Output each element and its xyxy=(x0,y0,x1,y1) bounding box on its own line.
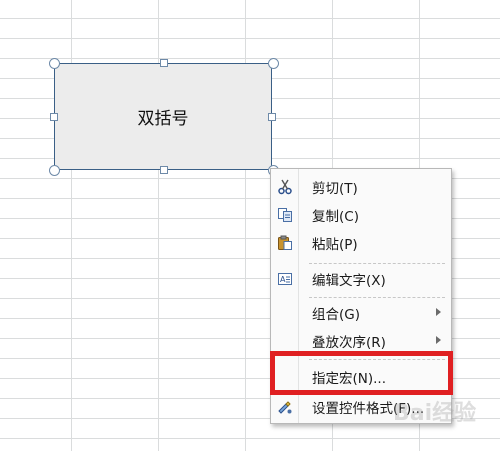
resize-handle-left[interactable] xyxy=(50,113,58,121)
edit-text-icon: A xyxy=(271,265,298,293)
menu-item-group[interactable]: 组合(G) xyxy=(271,299,451,327)
menu-item-copy[interactable]: 复制(C) xyxy=(271,201,451,229)
form-button-label: 双括号 xyxy=(137,109,189,129)
format-control-icon xyxy=(271,393,298,421)
highlight-box xyxy=(270,351,453,395)
submenu-arrow-icon xyxy=(436,336,441,344)
form-button-shape[interactable]: 双括号 xyxy=(54,63,272,170)
copy-icon xyxy=(271,201,298,229)
menu-item-edit-text[interactable]: A 编辑文字(X) xyxy=(271,265,451,293)
resize-handle-bottom[interactable] xyxy=(160,166,168,174)
menu-separator xyxy=(309,297,445,298)
resize-handle-right[interactable] xyxy=(268,113,276,121)
menu-item-cut[interactable]: 剪切(T) xyxy=(271,173,451,201)
resize-handle-top[interactable] xyxy=(160,59,168,67)
menu-item-paste[interactable]: 粘贴(P) xyxy=(271,229,451,257)
scissors-icon xyxy=(271,173,298,201)
paste-icon xyxy=(271,229,298,257)
menu-separator xyxy=(309,263,445,264)
resize-handle-bottom-left[interactable] xyxy=(49,165,60,176)
watermark: Bai经验 xyxy=(393,401,477,426)
submenu-arrow-icon xyxy=(436,308,441,316)
resize-handle-top-right[interactable] xyxy=(268,58,279,69)
resize-handle-top-left[interactable] xyxy=(49,58,60,69)
svg-text:A: A xyxy=(280,275,286,284)
